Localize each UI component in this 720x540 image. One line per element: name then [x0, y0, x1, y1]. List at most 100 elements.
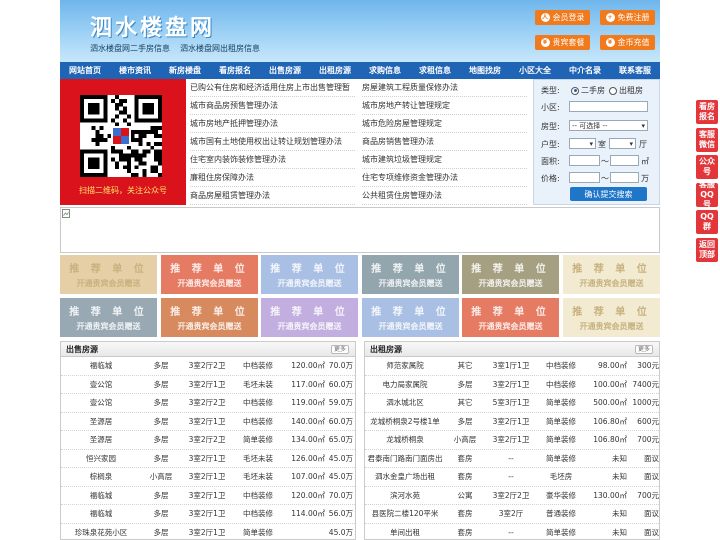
listing-name[interactable]: 棕榈泉	[61, 471, 141, 482]
listing-row[interactable]: 恒兴家园 多层 3室2厅1卫 毛坯未装 126.00㎡ 45.0万	[61, 450, 355, 468]
side-view-house[interactable]: 看房报名	[696, 100, 718, 124]
policy-link[interactable]: 城市房地产抵押管理办法	[190, 115, 355, 133]
recommend-tile[interactable]: 推 荐 单 位开通贵宾会员赠送	[161, 255, 258, 294]
recommend-tile[interactable]: 推 荐 单 位开通贵宾会员赠送	[362, 255, 459, 294]
policy-link[interactable]: 住宅专项维修资金管理办法	[362, 169, 527, 187]
login-button[interactable]: 人会员登录	[535, 10, 590, 25]
listing-row[interactable]: 龙城桥桐泉 小高层 3室2厅1卫 简单装修 106.80㎡ 700元	[365, 431, 659, 450]
room-select[interactable]	[569, 138, 596, 149]
nav-item[interactable]: 中介名录	[560, 62, 610, 79]
nav-item[interactable]: 小区大全	[510, 62, 560, 79]
listing-row[interactable]: 县医院二楼120平米 套房 3室2厅 普通装修 未知 面议	[365, 505, 659, 524]
listing-name[interactable]: 县医院二楼120平米	[365, 508, 445, 519]
side-qq[interactable]: 客服QQ号	[696, 180, 718, 209]
policy-link[interactable]: 廉租住房保障办法	[190, 169, 355, 187]
listing-name[interactable]: 恒兴家园	[61, 453, 141, 464]
policy-link[interactable]: 商品房屋租赁管理办法	[190, 187, 355, 205]
listing-row[interactable]: 君泰南门路南门面房出 套房 -- 简单装修 未知 面议	[365, 450, 659, 468]
ad-banner[interactable]	[60, 207, 660, 253]
listing-row[interactable]: 圣源居 多层 3室2厅2卫 简单装修 134.00㎡ 65.0万	[61, 431, 355, 450]
nav-item[interactable]: 看房报名	[210, 62, 260, 79]
radio-rent[interactable]	[609, 86, 617, 95]
listing-row[interactable]: 福临城 多层 3室2厅1卫 中档装修 114.00㎡ 56.0万	[61, 505, 355, 524]
vip-package-button[interactable]: ¥ 贵宾套餐	[535, 35, 590, 50]
recommend-tile[interactable]: 推 荐 单 位开通贵宾会员赠送	[261, 255, 358, 294]
recommend-tile[interactable]: 推 荐 单 位开通贵宾会员赠送	[261, 298, 358, 337]
listing-row[interactable]: 圣源居 多层 3室2厅1卫 中档装修 140.00㎡ 60.0万	[61, 413, 355, 431]
listing-row[interactable]: 龙城桥桐泉2号楼1单 多层 3室2厅1卫 简单装修 106.80㎡ 600元	[365, 413, 659, 431]
site-logo[interactable]: 泗水楼盘网	[90, 10, 215, 42]
recommend-tile[interactable]: 推 荐 单 位开通贵宾会员赠送	[563, 298, 660, 337]
recommend-tile[interactable]: 推 荐 单 位开通贵宾会员赠送	[563, 255, 660, 294]
area-max-input[interactable]	[610, 155, 639, 166]
listing-name[interactable]: 壹公馆	[61, 379, 141, 390]
listing-row[interactable]: 单间出租 套房 -- 简单装修 未知 面议	[365, 524, 659, 540]
listing-name[interactable]: 圣源居	[61, 434, 141, 445]
listing-name[interactable]: 单间出租	[365, 527, 445, 538]
recommend-tile[interactable]: 推 荐 单 位开通贵宾会员赠送	[462, 298, 559, 337]
radio-secondhand[interactable]	[571, 86, 579, 95]
listing-name[interactable]: 圣源居	[61, 416, 141, 427]
nav-item[interactable]: 楼市资讯	[110, 62, 160, 79]
nav-item[interactable]: 出租房源	[310, 62, 360, 79]
side-qq-group[interactable]: QQ群	[696, 210, 718, 234]
listing-row[interactable]: 福临城 多层 3室2厅1卫 中档装修 120.00㎡ 70.0万	[61, 487, 355, 505]
listing-row[interactable]: 珍珠泉花苑小区 多层 3室2厅1卫 简单装修 45.0万	[61, 524, 355, 540]
listing-name[interactable]: 泗水金皇广场出租	[365, 471, 445, 482]
listing-name[interactable]: 福临城	[61, 490, 141, 501]
listing-name[interactable]: 龙城桥桐泉	[365, 434, 445, 445]
sale-more-link[interactable]: 更多	[330, 345, 349, 354]
nav-item[interactable]: 求购信息	[360, 62, 410, 79]
listing-row[interactable]: 泗水城北区 其它 5室3厅1卫 简单装修 500.00㎡ 1000元	[365, 394, 659, 413]
policy-link[interactable]: 城市危险房屋管理规定	[362, 115, 527, 133]
policy-link[interactable]: 城市商品房预售管理办法	[190, 97, 355, 115]
side-official-account[interactable]: 公众号	[696, 155, 718, 179]
nav-item[interactable]: 求租信息	[410, 62, 460, 79]
policy-link[interactable]: 住宅室内装饰装修管理办法	[190, 151, 355, 169]
policy-link[interactable]: 已购公有住房和经济适用住房上市出售管理暂	[190, 79, 355, 97]
listing-name[interactable]: 滨河水苑	[365, 490, 445, 501]
nav-item[interactable]: 出售房源	[260, 62, 310, 79]
housetype-select[interactable]: -- 可选择 --	[569, 120, 648, 131]
policy-link[interactable]: 房屋建筑工程质量保修办法	[362, 79, 527, 97]
slogan-rent[interactable]: 泗水楼盘网出租房信息	[180, 44, 260, 53]
slogan-sale[interactable]: 泗水楼盘网二手房信息	[90, 44, 170, 53]
recommend-tile[interactable]: 推 荐 单 位开通贵宾会员赠送	[161, 298, 258, 337]
listing-name[interactable]: 师范家属院	[365, 360, 445, 371]
listing-row[interactable]: 福临城 多层 3室2厅2卫 中档装修 120.00㎡ 70.0万	[61, 357, 355, 376]
search-submit-button[interactable]: 确认提交搜索	[570, 187, 647, 201]
policy-link[interactable]: 公共租赁住房管理办法	[362, 187, 527, 205]
listing-row[interactable]: 滨河水苑 公寓 3室2厅2卫 豪华装修 130.00㎡ 700元	[365, 487, 659, 505]
listing-name[interactable]: 壹公馆	[61, 397, 141, 408]
nav-item[interactable]: 新房楼盘	[160, 62, 210, 79]
listing-name[interactable]: 君泰南门路南门面房出	[365, 453, 445, 464]
coin-recharge-button[interactable]: ¥ 金币充值	[600, 35, 655, 50]
recommend-tile[interactable]: 推 荐 单 位开通贵宾会员赠送	[362, 298, 459, 337]
side-back-top[interactable]: 返回顶部	[696, 238, 718, 262]
listing-name[interactable]: 泗水城北区	[365, 397, 445, 408]
register-button[interactable]: + 免费注册	[600, 10, 655, 25]
recommend-tile[interactable]: 推 荐 单 位开通贵宾会员赠送	[60, 298, 157, 337]
listing-row[interactable]: 棕榈泉 小高层 3室2厅1卫 毛坯未装 107.00㎡ 45.0万	[61, 468, 355, 487]
policy-link[interactable]: 城市国有土地使用权出让转让规划管理办法	[190, 133, 355, 151]
listing-row[interactable]: 师范家属院 其它 3室1厅1卫 中档装修 98.00㎡ 300元	[365, 357, 659, 376]
price-max-input[interactable]	[610, 172, 639, 183]
price-min-input[interactable]	[569, 172, 600, 183]
listing-row[interactable]: 壹公馆 多层 3室2厅2卫 中档装修 119.00㎡ 59.0万	[61, 394, 355, 413]
nav-item[interactable]: 网站首页	[60, 62, 110, 79]
listing-name[interactable]: 福临城	[61, 360, 141, 371]
recommend-tile[interactable]: 推 荐 单 位开通贵宾会员赠送	[60, 255, 157, 294]
recommend-tile[interactable]: 推 荐 单 位开通贵宾会员赠送	[462, 255, 559, 294]
policy-link[interactable]: 商品房销售管理办法	[362, 133, 527, 151]
listing-name[interactable]: 龙城桥桐泉2号楼1单	[365, 416, 445, 427]
listing-name[interactable]: 珍珠泉花苑小区	[61, 527, 141, 538]
side-wechat[interactable]: 客服微信	[696, 128, 718, 152]
listing-row[interactable]: 壹公馆 多层 3室2厅1卫 毛坯未装 117.00㎡ 60.0万	[61, 376, 355, 394]
listing-row[interactable]: 电力局家属院 多层 3室2厅1卫 中档装修 100.00㎡ 7400元	[365, 376, 659, 394]
hall-select[interactable]	[609, 138, 636, 149]
rent-more-link[interactable]: 更多	[634, 345, 653, 354]
policy-link[interactable]: 城市建筑垃圾管理规定	[362, 151, 527, 169]
nav-item[interactable]: 联系客服	[610, 62, 660, 79]
community-input[interactable]	[569, 101, 648, 112]
nav-item[interactable]: 地图找房	[460, 62, 510, 79]
